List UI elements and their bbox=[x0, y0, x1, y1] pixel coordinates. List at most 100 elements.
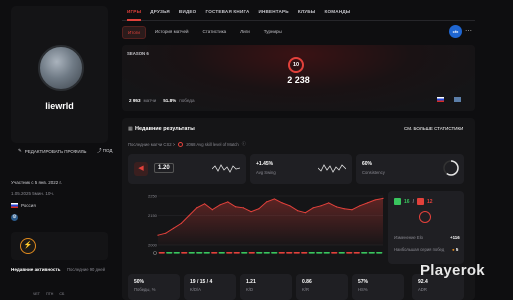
tab-statistics[interactable]: Статистика bbox=[198, 26, 232, 39]
nav-video[interactable]: ВИДЕО bbox=[179, 9, 197, 14]
result-loss-mark[interactable] bbox=[286, 252, 293, 254]
result-loss-mark[interactable] bbox=[181, 252, 188, 254]
activity-title: Недавние активность bbox=[11, 267, 61, 272]
result-loss-mark[interactable] bbox=[278, 252, 285, 254]
result-loss-mark[interactable] bbox=[158, 252, 165, 254]
elo-point bbox=[219, 204, 221, 206]
result-loss-mark[interactable] bbox=[226, 252, 233, 254]
nav-games[interactable]: ИГРЫ bbox=[127, 9, 141, 14]
matches-value: 2 953 bbox=[129, 98, 141, 103]
elo-point bbox=[165, 232, 167, 234]
profile-card: liewrld bbox=[11, 6, 108, 143]
elo-point bbox=[359, 205, 361, 207]
sub-nav: Итоги История матчей Статистика Лиги Тур… bbox=[122, 26, 287, 39]
y-tick-label: 2250 bbox=[148, 194, 158, 199]
stat-value: 1.21 bbox=[246, 279, 256, 285]
faceit-level-card: ⚡ bbox=[11, 232, 108, 260]
y-tick-label: 2150 bbox=[148, 213, 158, 218]
skill-icon bbox=[178, 141, 184, 147]
russia-flag-icon bbox=[11, 203, 18, 209]
faceit-logo-icon: ⚡ bbox=[20, 238, 36, 254]
edit-profile-button[interactable]: ✎ РЕДАКТИРОВАТЬ ПРОФИЛЬ bbox=[18, 148, 87, 154]
stat-label: ADR bbox=[418, 287, 427, 292]
elo-point bbox=[203, 203, 206, 205]
game-select-badge[interactable]: cfx bbox=[449, 25, 462, 38]
joined-date: Участник с 5 янв. 2022 г. bbox=[11, 180, 62, 185]
elo-point bbox=[211, 209, 213, 211]
result-win-mark[interactable] bbox=[338, 252, 345, 254]
share-button[interactable]: ⤴ ПОД bbox=[97, 148, 112, 154]
nav-teams[interactable]: КОМАНДЫ bbox=[325, 9, 351, 14]
rating-value: 1.20 bbox=[154, 163, 174, 173]
pencil-icon: ✎ bbox=[18, 148, 22, 153]
result-win-mark[interactable] bbox=[241, 252, 248, 254]
tab-match-history[interactable]: История матчей bbox=[150, 26, 194, 39]
result-win-mark[interactable] bbox=[316, 252, 323, 254]
result-win-mark[interactable] bbox=[376, 252, 383, 254]
tab-leagues[interactable]: Лиги bbox=[235, 26, 255, 39]
result-win-mark[interactable] bbox=[218, 252, 225, 254]
more-stats-link[interactable]: СМ. БОЛЬШЕ СТАТИСТИКИ bbox=[404, 126, 463, 131]
result-loss-mark[interactable] bbox=[248, 252, 255, 254]
result-win-mark[interactable] bbox=[263, 252, 270, 254]
result-loss-mark[interactable] bbox=[301, 252, 308, 254]
result-win-mark[interactable] bbox=[256, 252, 263, 254]
result-win-mark[interactable] bbox=[196, 252, 203, 254]
nav-clubs[interactable]: КЛУБЫ bbox=[298, 9, 316, 14]
elo-point bbox=[320, 205, 322, 207]
fire-icon: ● bbox=[452, 247, 455, 252]
result-win-mark[interactable] bbox=[166, 252, 173, 254]
nav-guestbook[interactable]: ГОСТЕВАЯ КНИГА bbox=[205, 9, 249, 14]
result-win-mark[interactable] bbox=[368, 252, 375, 254]
elo-point bbox=[328, 202, 330, 204]
elo-area bbox=[158, 198, 383, 245]
skill-level-badge: 10 bbox=[288, 57, 304, 73]
result-loss-mark[interactable] bbox=[233, 252, 240, 254]
result-win-mark[interactable] bbox=[361, 252, 368, 254]
elo-value: 2 238 bbox=[287, 75, 310, 85]
result-loss-mark[interactable] bbox=[353, 252, 360, 254]
avatar[interactable] bbox=[38, 45, 84, 91]
result-loss-mark[interactable] bbox=[346, 252, 353, 254]
season-stats-row: 2 953 матчи 51.8% победа bbox=[129, 98, 195, 103]
stat-value: 0.86 bbox=[302, 279, 312, 285]
elo-point bbox=[343, 208, 345, 210]
rating-card: ◀ 1.20 bbox=[128, 154, 246, 184]
nav-inventory[interactable]: ИНВЕНТАРЬ bbox=[258, 9, 288, 14]
elo-summary-card: 16 / 12 Изменение Elo +116 Наибольшая се… bbox=[388, 191, 464, 264]
elo-point bbox=[304, 212, 307, 214]
result-loss-mark[interactable] bbox=[331, 252, 338, 254]
elo-point bbox=[312, 207, 314, 209]
tab-overview[interactable]: Итоги bbox=[122, 26, 146, 39]
stat-label: K/D bbox=[246, 287, 253, 292]
result-win-mark[interactable] bbox=[173, 252, 180, 254]
swing-sparkline bbox=[318, 164, 346, 173]
results-start-marker bbox=[153, 251, 157, 255]
elo-point bbox=[374, 199, 376, 201]
elo-point bbox=[289, 205, 291, 207]
result-win-mark[interactable] bbox=[188, 252, 195, 254]
tab-tournaments[interactable]: Турниры bbox=[259, 26, 287, 39]
chart-icon: ▦ bbox=[128, 126, 133, 132]
country-row: Россия bbox=[11, 203, 36, 209]
consistency-ring bbox=[443, 160, 459, 176]
result-win-mark[interactable] bbox=[323, 252, 330, 254]
consistency-label: Consistency bbox=[362, 170, 385, 175]
stat-hs: 57% HS% bbox=[352, 274, 404, 300]
result-loss-mark[interactable] bbox=[293, 252, 300, 254]
result-win-mark[interactable] bbox=[203, 252, 210, 254]
result-win-mark[interactable] bbox=[271, 252, 278, 254]
swing-card: +1.45% Avg Swing bbox=[250, 154, 352, 184]
more-options-icon[interactable]: ⋯ bbox=[465, 27, 472, 35]
nav-friends[interactable]: ДРУЗЬЯ bbox=[150, 9, 170, 14]
win-icon bbox=[394, 198, 401, 205]
result-win-mark[interactable] bbox=[308, 252, 315, 254]
steam-icon[interactable]: ⚙ bbox=[11, 214, 18, 221]
stat-winrate: 50% Победы, % bbox=[128, 274, 180, 300]
elo-point bbox=[297, 210, 299, 212]
rating-icon: ◀ bbox=[134, 162, 148, 176]
region-flags bbox=[437, 97, 461, 102]
stat-value: 19 / 15 / 4 bbox=[190, 279, 213, 285]
stat-label: Победы, % bbox=[134, 287, 156, 292]
result-loss-mark[interactable] bbox=[211, 252, 218, 254]
